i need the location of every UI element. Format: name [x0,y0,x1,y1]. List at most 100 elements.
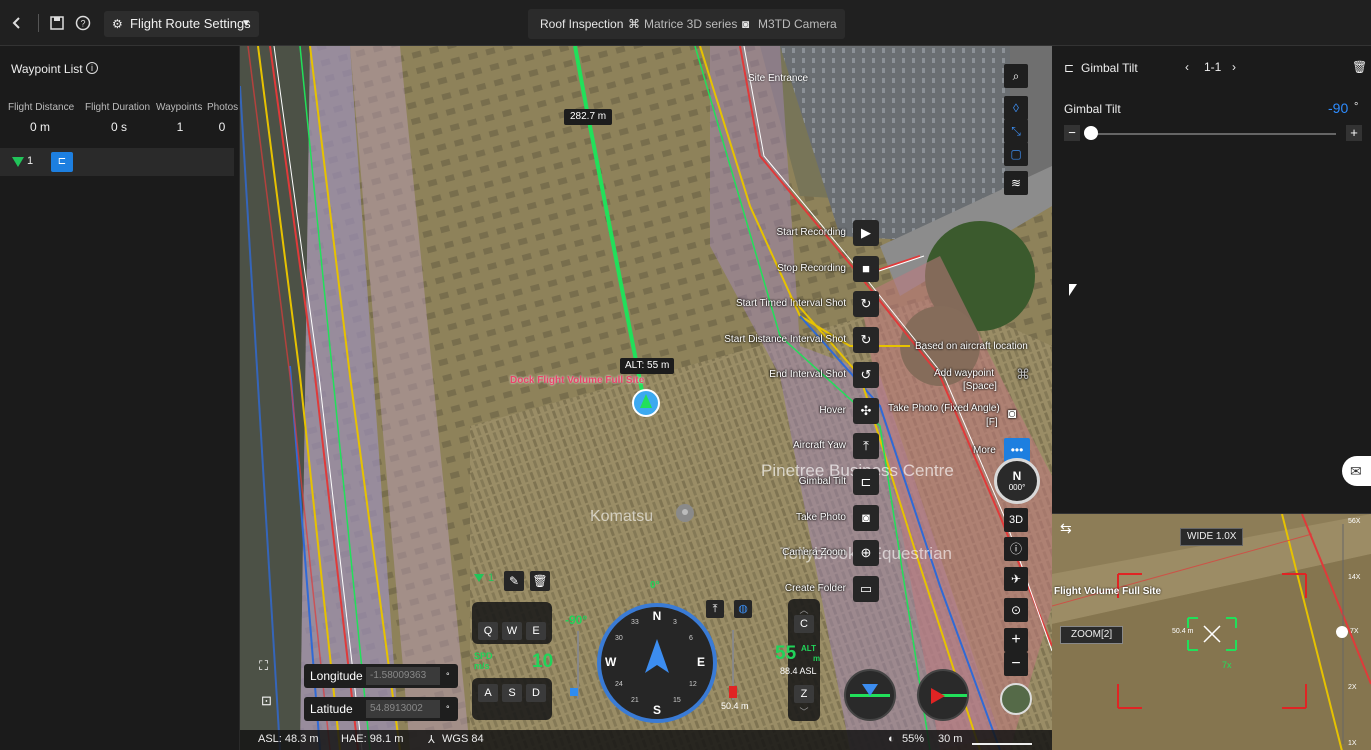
timer-icon[interactable]: ↻ [853,291,879,317]
gimbal-angle: -90° [565,613,588,627]
distance-interval-icon[interactable]: ↻ [853,327,879,353]
waypoint-number: 1 [27,155,34,167]
video-start-icon[interactable]: ▶ [853,220,879,246]
action-label-distance-interval: Start Distance Interval Shot [724,334,846,345]
lens-label[interactable]: WIDE 1.0X [1180,528,1244,546]
search-icon[interactable]: ⌕ [1004,64,1028,88]
key-a[interactable]: A [478,684,498,702]
end-interval-icon[interactable]: ↺ [853,362,879,388]
zoom-out-icon[interactable]: − [1004,652,1028,676]
chevron-left-icon[interactable] [8,14,26,32]
waypoint-row[interactable]: 1 ⊏ [0,148,234,176]
gimbal-slider-thumb[interactable] [1084,126,1098,140]
stat-label-photos: Photos [207,102,239,113]
zoom-slider-thumb[interactable] [1336,626,1348,638]
info-icon[interactable]: ⓘ [1004,537,1028,561]
edit-icon[interactable]: ✎ [504,571,524,591]
zoom-icon[interactable]: ⊕ [853,540,879,566]
unlock-icon[interactable]: ⊡ [261,693,279,711]
latitude-input[interactable]: 54.8913002 [366,700,440,718]
key-w[interactable]: W [502,622,522,640]
key-q[interactable]: Q [478,622,498,640]
photo-fixed-icon[interactable]: ◙ [1008,405,1016,421]
camera-preview[interactable]: ⇆ WIDE 1.0X Flight Volume Full Site ZOOM… [1052,513,1371,750]
volume-label: Flight Volume Full Site [1054,586,1162,597]
longitude-input[interactable]: -1.58009363 [366,667,440,685]
speed-label: SPD [474,651,493,661]
attitude-indicator-pitch [844,669,896,721]
key-z[interactable]: Z [794,685,814,703]
area-tool-icon[interactable]: ▢ [1004,142,1028,166]
based-on-aircraft-label[interactable]: Based on aircraft location [915,341,1028,352]
aircraft-icon[interactable]: ✈ [1004,567,1028,591]
hover-icon[interactable]: ✣ [853,398,879,424]
layers-icon[interactable]: ≋ [1004,171,1028,195]
datum-readout: WGS 84 [442,733,484,745]
add-waypoint-label[interactable]: Add waypoint [934,368,994,379]
waypoint-tool-icon[interactable]: ◊ [1004,96,1028,120]
map-layer-thumbnail[interactable] [1000,683,1032,715]
speed-unit: m/s [474,661,490,671]
stat-value-distance: 0 m [29,120,50,134]
status-bar: ASL: 48.3 m HAE: 98.1 m ⅄ WGS 84 ◐ 55% 3… [240,730,1052,750]
swap-view-icon[interactable]: ⇆ [1060,520,1072,537]
3d-view-button[interactable]: 3D [1004,508,1028,532]
stat-label-distance: Flight Distance [8,102,75,113]
decrease-button[interactable]: − [1064,125,1080,141]
trash-icon[interactable]: 🗑 [1352,60,1367,74]
gimbal-tilt-value[interactable]: -90 [1328,100,1348,116]
route-tool-icon[interactable]: ⤡ [1004,119,1028,143]
speed-value: 10 [532,651,554,672]
waypoint-list-title: Waypoint List [11,62,83,76]
action-settings-panel: ⊏ Gimbal Tilt ‹ 1-1 › 🗑 Gimbal Tilt -90 … [1052,46,1371,750]
flight-volume-label: Dock Flight Volume Full Site [510,375,645,386]
video-stop-icon[interactable]: ■ [853,256,879,282]
folder-icon[interactable]: ▭ [853,576,879,602]
map-view[interactable]: 282.7 m ALT: 55 m Site Entrance Dock Fli… [240,46,1052,750]
increase-button[interactable]: + [1346,125,1362,141]
more-label: More [973,445,996,456]
compass-s-label: S [652,703,661,717]
panel-title: Gimbal Tilt [1081,61,1138,75]
chevron-right-icon[interactable]: › [1232,60,1236,74]
heading-lock-icon[interactable]: ⤒ [706,600,724,618]
save-icon[interactable] [48,14,66,32]
question-icon[interactable]: ? [74,14,92,32]
fullscreen-icon[interactable]: ⛶ [259,658,277,676]
add-waypoint-key: [Space] [963,381,997,392]
gimbal-slider-track[interactable] [1088,133,1336,135]
chevron-down-icon: ﹀ [799,707,809,717]
compass-24-label: 24 [615,681,623,688]
chevron-down-icon: ▼ [241,18,251,29]
waypoint-marker-icon [474,574,484,582]
mission-name: Roof Inspection [540,17,624,31]
key-e[interactable]: E [526,622,546,640]
flight-route-settings-button[interactable]: ⚙ Flight Route Settings ▼ [104,11,259,37]
camera-icon[interactable]: ◙ [853,505,879,531]
gimbal-icon[interactable]: ⊏ [853,469,879,495]
key-s[interactable]: S [502,684,522,702]
map-compass[interactable]: N 000° [994,458,1040,504]
gimbal-action-icon[interactable]: ⊏ [51,152,73,172]
key-c[interactable]: C [794,615,814,633]
info-icon[interactable]: i [86,62,98,74]
stat-value-waypoints: 1 [176,120,184,134]
locate-icon[interactable]: ⊙ [1004,598,1028,622]
key-d[interactable]: D [526,684,546,702]
chevron-left-icon[interactable]: ‹ [1185,60,1189,74]
komatsu-label: Komatsu [590,508,654,525]
zoom-button[interactable]: ZOOM[2] [1060,626,1124,644]
globe-icon[interactable]: ◍ [734,600,752,618]
take-photo-fixed-label[interactable]: Take Photo (Fixed Angle) [888,403,1000,414]
action-label-stop-recording: Stop Recording [777,263,846,274]
compass-n-label: N [652,609,662,623]
add-waypoint-icon[interactable]: ⌘ [1006,366,1030,390]
longitude-field: Longitude -1.58009363 ° [304,664,458,688]
delete-icon[interactable]: 🗑 [530,571,550,591]
rotate-keypad: Q W E [472,602,552,644]
yaw-icon[interactable]: ⤒ [853,433,879,459]
stat-label-waypoints: Waypoints [156,102,203,113]
chat-icon[interactable]: ✉ [1342,456,1371,486]
latitude-field: Latitude 54.8913002 ° [304,697,458,721]
zoom-in-icon[interactable]: + [1004,628,1028,652]
